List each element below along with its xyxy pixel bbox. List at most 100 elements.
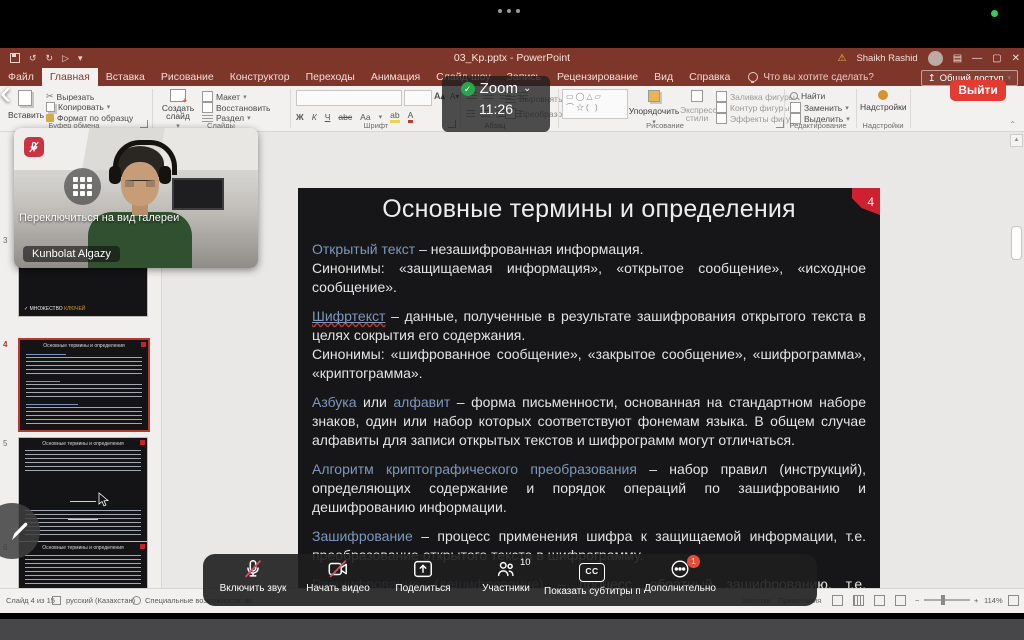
menu-dots-icon[interactable] — [498, 9, 520, 13]
back-chevron-icon[interactable]: ‹ — [0, 76, 11, 110]
workspace-scrollbar[interactable]: ▲ — [1011, 134, 1023, 634]
reading-view-icon[interactable] — [874, 595, 885, 606]
thumbnail-number: 3 — [3, 236, 7, 245]
drawing-group-label: Рисование — [600, 121, 730, 130]
zoom-in-icon[interactable]: + — [974, 596, 978, 605]
participants-button[interactable]: 10 Участники — [458, 558, 554, 594]
close-icon[interactable]: ✕ — [1012, 53, 1020, 64]
tell-me-placeholder: Что вы хотите сделать? — [763, 72, 874, 83]
zoom-menu-pill[interactable]: ✓ Zoom ⌄ 11:26 — [442, 76, 550, 132]
slide-counter: Слайд 4 из 15 — [6, 596, 55, 605]
ribbon-display-options-icon[interactable]: ▤ — [953, 53, 962, 64]
tab-help[interactable]: Справка — [681, 68, 738, 86]
paste-button[interactable]: Вставить — [8, 90, 42, 120]
zoom-out-icon[interactable]: − — [915, 596, 919, 605]
arrange-icon — [648, 90, 660, 102]
zoom-meeting-screen: ↺ ↻ ▷ ▾ 03_Kp.pptx - PowerPoint ⚠ Shaikh… — [0, 0, 1024, 640]
shapes-gallery[interactable]: ▭◯△▱⌒☆( ) — [562, 89, 628, 119]
unmute-button[interactable]: Включить звук — [205, 558, 301, 594]
thumbnail-text-lines — [26, 384, 142, 400]
normal-view-icon[interactable] — [832, 595, 843, 606]
search-icon — [790, 92, 798, 100]
meeting-time: 11:26 — [442, 101, 550, 117]
cut-button[interactable]: ✂Вырезать — [46, 91, 94, 102]
leave-meeting-button[interactable]: Выйти — [950, 80, 1006, 101]
copy-button[interactable]: Копировать ▾ — [46, 102, 110, 112]
strikethrough-button[interactable]: abc — [338, 112, 352, 122]
chevron-down-icon: ▾ — [243, 93, 247, 101]
reset-button[interactable]: Восстановить — [202, 102, 270, 113]
scissors-icon: ✂ — [46, 91, 54, 102]
tab-draw[interactable]: Рисование — [153, 68, 222, 86]
meeting-toolbar: Включить звук Начать видео Поделиться — [203, 554, 817, 606]
zoom-level[interactable]: 114% — [984, 596, 1003, 605]
slide-paragraph: Открытый текст – незашифрованная информа… — [312, 240, 866, 297]
copy-icon — [46, 102, 55, 112]
accessibility-icon — [132, 596, 141, 606]
scrollbar-thumb[interactable] — [1011, 226, 1022, 260]
restore-icon[interactable]: ▢ — [992, 53, 1001, 64]
tab-review[interactable]: Рецензирование — [549, 68, 646, 86]
tab-transitions[interactable]: Переходы — [298, 68, 363, 86]
slide-number-badge — [140, 544, 145, 549]
slide-number-badge — [141, 342, 146, 347]
slide-sorter-icon[interactable] — [853, 595, 864, 606]
shape-fill-icon — [716, 91, 727, 102]
start-video-button[interactable]: Начать видео — [290, 558, 386, 594]
minimize-icon[interactable]: — — [972, 53, 982, 64]
avatar[interactable] — [928, 51, 943, 66]
zoom-slider-thumb[interactable] — [941, 595, 945, 605]
find-button[interactable]: Найти — [790, 91, 825, 101]
tab-insert[interactable]: Вставка — [98, 68, 153, 86]
replace-button[interactable]: Заменить ▾ — [790, 102, 849, 113]
bold-button[interactable]: Ж — [296, 112, 304, 122]
slide-paragraph: Алгоритм криптографического преобразован… — [312, 460, 866, 517]
quick-styles-button[interactable]: Экспресс-стили — [680, 90, 714, 122]
captions-button[interactable]: CC Показать субтитры по — [544, 558, 640, 597]
share-screen-button[interactable]: Поделиться — [375, 558, 471, 594]
tell-me-search[interactable]: Что вы хотите сделать? — [748, 68, 874, 86]
camera-active-dot-icon — [991, 10, 998, 17]
tab-animations[interactable]: Анимация — [363, 68, 428, 86]
language-status[interactable]: русский (Казахстан) — [66, 596, 135, 605]
fit-slide-icon[interactable] — [1008, 595, 1019, 606]
more-button[interactable]: 1 Дополнительно — [632, 558, 728, 594]
thumbnail-text-lines — [26, 357, 142, 377]
participant-video-tile[interactable]: Переключиться на вид галереи Kunbolat Al… — [14, 128, 258, 268]
font-name-input[interactable] — [296, 90, 402, 106]
clipboard-dialog-launcher[interactable] — [140, 120, 148, 128]
reset-icon — [202, 102, 213, 113]
titlebar-right: ⚠ Shaikh Rashid ▤ — ▢ ✕ — [837, 48, 1020, 68]
check-icon: ✓ — [24, 306, 28, 312]
layout-button[interactable]: Макет ▾ — [202, 91, 247, 102]
slideshow-view-icon[interactable] — [895, 595, 906, 606]
shape-outline-button[interactable]: Контур фигуры — [716, 102, 789, 113]
addins-button[interactable]: Надстройки — [860, 90, 906, 112]
gallery-view-icon[interactable] — [64, 168, 101, 205]
thumbnail-number: 5 — [3, 439, 7, 448]
view-switcher — [832, 595, 906, 606]
underline-button[interactable]: Ч — [325, 112, 331, 122]
font-size-input[interactable] — [404, 90, 432, 106]
thumbnail-slide-4[interactable]: Основные термины и определения — [18, 338, 150, 432]
gallery-view-hint[interactable]: Переключиться на вид галереи — [19, 212, 179, 224]
notes-icon[interactable] — [52, 596, 61, 606]
scroll-up-icon[interactable]: ▲ — [1010, 134, 1023, 147]
tab-view[interactable]: Вид — [646, 68, 681, 86]
share-screen-icon — [412, 558, 434, 580]
change-case-button[interactable]: Аа — [360, 112, 371, 122]
account-name[interactable]: Shaikh Rashid — [856, 53, 917, 64]
italic-button[interactable]: К — [312, 112, 317, 122]
participants-icon — [495, 558, 517, 580]
mic-off-icon — [242, 558, 264, 580]
warning-icon: ⚠ — [837, 53, 846, 64]
participant-glasses — [125, 180, 155, 187]
zoom-slider[interactable] — [924, 599, 970, 601]
tab-home[interactable]: Главная — [42, 68, 98, 86]
tab-design[interactable]: Конструктор — [222, 68, 298, 86]
camera-off-icon — [327, 558, 349, 580]
shape-outline-icon — [716, 102, 727, 113]
thumbnail-text-lines — [26, 407, 142, 424]
top-letterbox-bar — [0, 0, 1024, 48]
collapse-ribbon-icon[interactable]: ⌃ — [1009, 120, 1016, 129]
